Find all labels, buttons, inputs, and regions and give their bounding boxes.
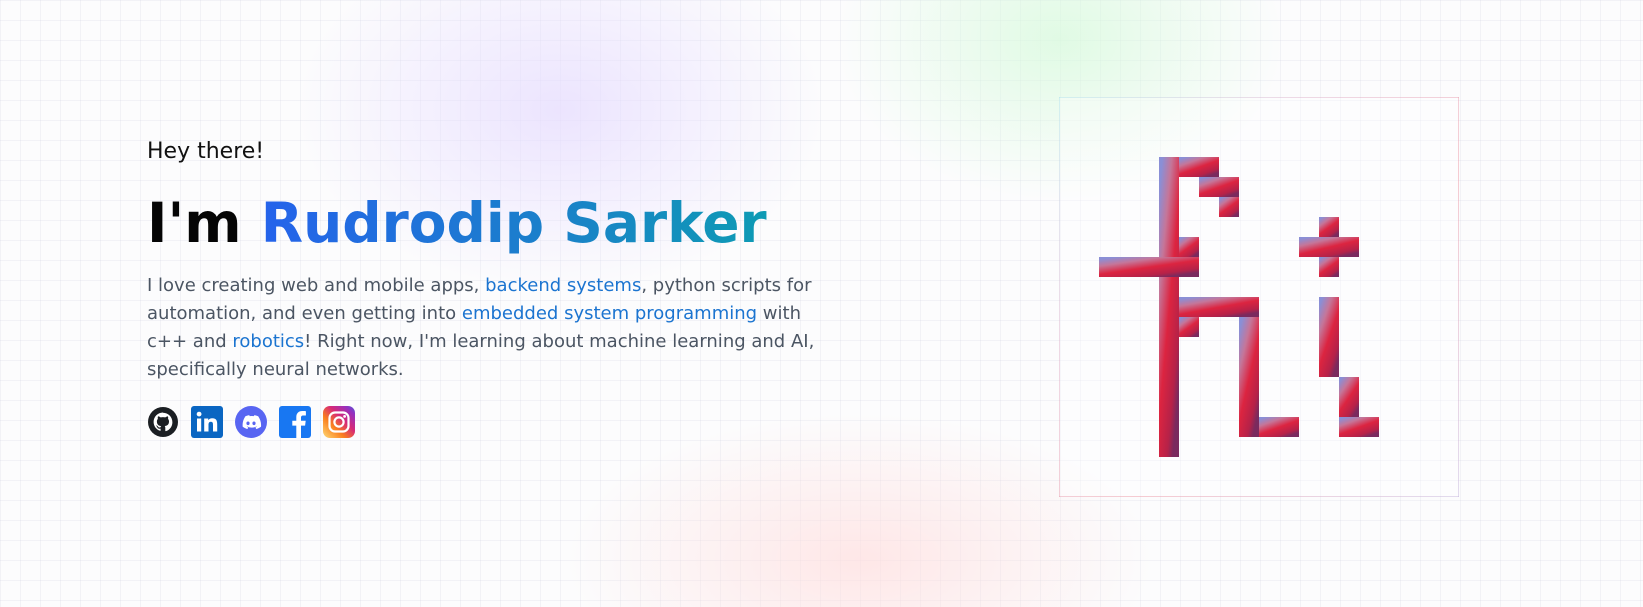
- pixel-logo: [1059, 97, 1459, 497]
- github-link[interactable]: [147, 406, 179, 438]
- backend-systems-link[interactable]: backend systems: [485, 275, 641, 296]
- author-name: Rudrodip Sarker: [260, 191, 767, 255]
- headline-prefix: I'm: [147, 191, 261, 255]
- facebook-link[interactable]: [279, 406, 311, 438]
- github-icon: [148, 407, 178, 437]
- facebook-icon: [279, 406, 311, 438]
- instagram-link[interactable]: [323, 406, 355, 438]
- hero-section: Hey there! I'm Rudrodip Sarker I love cr…: [147, 138, 817, 438]
- instagram-icon: [323, 406, 355, 438]
- bio-paragraph: I love creating web and mobile apps, bac…: [147, 272, 817, 384]
- greeting-text: Hey there!: [147, 139, 265, 164]
- discord-link[interactable]: [235, 406, 267, 438]
- bio-text: I love creating web and mobile apps,: [147, 275, 486, 296]
- embedded-programming-link[interactable]: embedded system programming: [462, 303, 757, 324]
- pixel-logo-icon: [1059, 97, 1459, 497]
- linkedin-icon: [191, 406, 223, 438]
- discord-icon: [235, 406, 267, 438]
- social-links: [147, 406, 817, 438]
- robotics-link[interactable]: robotics: [232, 331, 304, 352]
- headline: I'm Rudrodip Sarker: [147, 190, 817, 256]
- linkedin-link[interactable]: [191, 406, 223, 438]
